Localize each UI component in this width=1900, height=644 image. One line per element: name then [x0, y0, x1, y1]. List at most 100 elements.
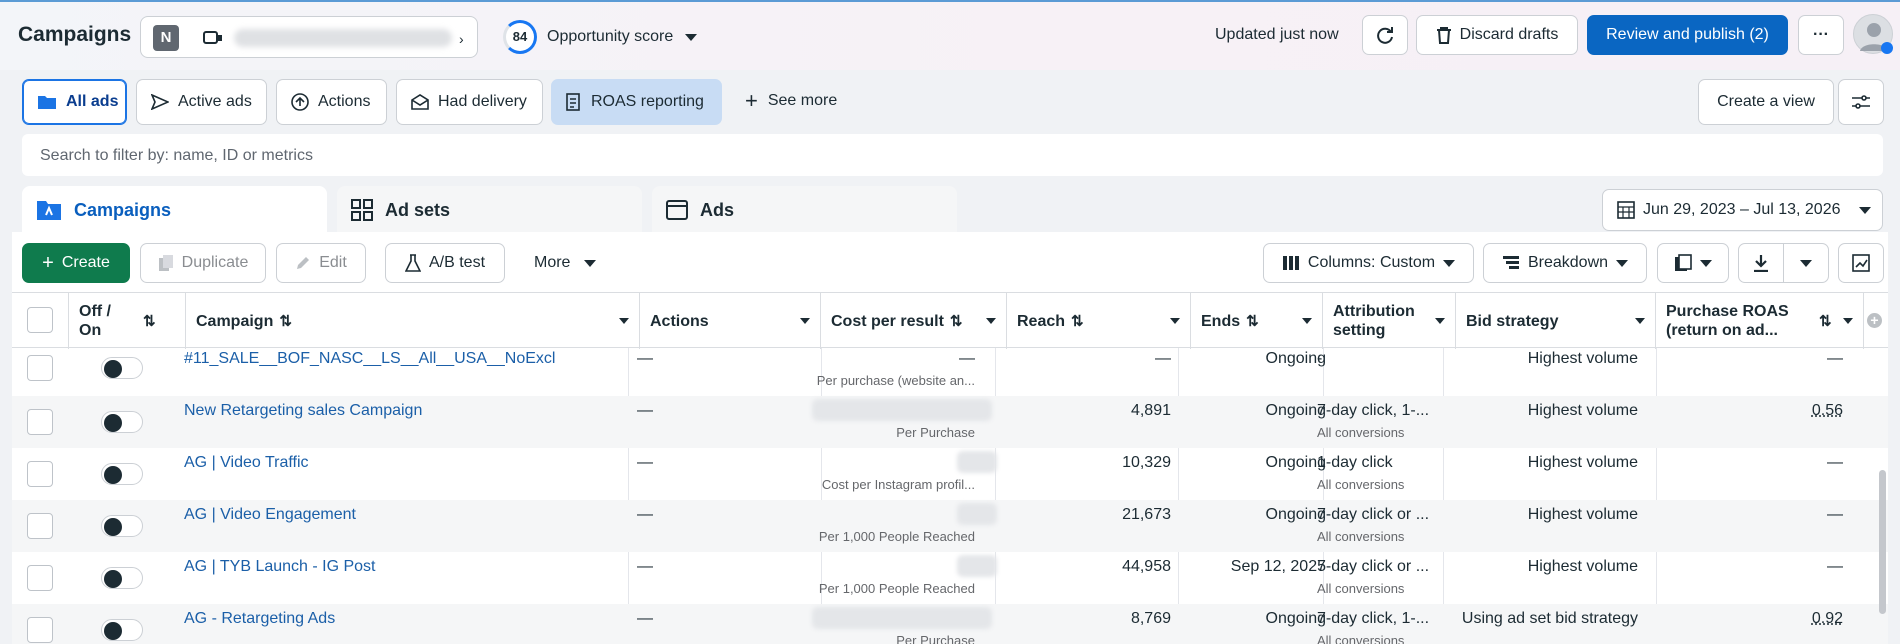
- reach-value: 4,891: [1130, 402, 1171, 419]
- tab-active-ads[interactable]: Active ads: [136, 79, 267, 125]
- tab-had-delivery-label: Had delivery: [438, 93, 527, 110]
- header-off-on[interactable]: Off / On ⇅: [69, 293, 186, 349]
- folder-icon: [37, 94, 57, 110]
- chevron-down-icon: [1616, 259, 1629, 267]
- discard-drafts-button[interactable]: Discard drafts: [1416, 15, 1578, 55]
- campaign-name-link[interactable]: New Retargeting sales Campaign: [184, 402, 422, 420]
- campaign-toggle[interactable]: [101, 463, 143, 485]
- campaign-name-link[interactable]: AG | TYB Launch - IG Post: [184, 558, 376, 576]
- attribution-sub: All conversions: [1317, 633, 1405, 644]
- header-cost-per-result[interactable]: Cost per result ⇅: [821, 293, 1007, 349]
- export-options-dropdown[interactable]: [1783, 243, 1829, 283]
- ellipsis-icon: ···: [1813, 26, 1829, 43]
- more-options-button[interactable]: ···: [1798, 15, 1844, 55]
- campaign-toggle[interactable]: [101, 411, 143, 433]
- avatar[interactable]: [1853, 14, 1893, 54]
- row-checkbox[interactable]: [27, 355, 53, 381]
- reach-value: 8,769: [1130, 610, 1171, 627]
- campaign-toggle[interactable]: [101, 357, 143, 379]
- tab-campaigns[interactable]: Campaigns: [22, 186, 327, 234]
- download-icon: [1753, 254, 1769, 272]
- edit-button[interactable]: Edit: [276, 243, 366, 283]
- tab-ads[interactable]: Ads: [652, 186, 957, 234]
- more-dropdown[interactable]: More: [534, 254, 597, 272]
- actions-value: —: [637, 506, 653, 523]
- table-row[interactable]: AG - Retargeting Ads — Per Purchase 8,76…: [12, 604, 1888, 644]
- opportunity-score-badge[interactable]: 84: [503, 20, 537, 54]
- add-column-icon[interactable]: +: [1867, 313, 1882, 328]
- search-filter-input[interactable]: Search to filter by: name, ID or metrics: [22, 134, 1883, 176]
- cost-result-type: Per Purchase: [896, 425, 975, 440]
- header-purchase-roas[interactable]: Purchase ROAS (return on ad... ⇅: [1656, 293, 1864, 349]
- roas-value: —: [1827, 506, 1843, 523]
- see-more-button[interactable]: + See more: [745, 90, 837, 112]
- attribution-sub: All conversions: [1317, 529, 1405, 544]
- trash-icon: [1436, 26, 1452, 44]
- table-row[interactable]: New Retargeting sales Campaign — Per Pur…: [12, 396, 1888, 448]
- opportunity-score-dropdown[interactable]: Opportunity score: [547, 28, 698, 46]
- header-select-cell: [12, 293, 69, 349]
- row-checkbox[interactable]: [27, 565, 53, 591]
- chevron-down-icon: [1170, 318, 1180, 324]
- row-checkbox[interactable]: [27, 617, 53, 643]
- refresh-button[interactable]: [1362, 15, 1408, 55]
- table-row[interactable]: AG | Video Engagement — Per 1,000 People…: [12, 500, 1888, 552]
- updated-status: Updated just now: [1215, 26, 1339, 43]
- tab-roas-reporting[interactable]: ROAS reporting: [551, 79, 722, 125]
- header-campaign[interactable]: Campaign ⇅: [186, 293, 640, 349]
- tab-had-delivery[interactable]: Had delivery: [396, 79, 543, 125]
- duplicate-button[interactable]: Duplicate: [140, 243, 266, 283]
- header-actions[interactable]: Actions: [640, 293, 821, 349]
- row-checkbox[interactable]: [27, 409, 53, 435]
- reports-icon: [1674, 254, 1692, 272]
- date-range-picker[interactable]: Jun 29, 2023 – Jul 13, 2026: [1602, 189, 1883, 231]
- campaign-toggle[interactable]: [101, 515, 143, 537]
- campaign-name-link[interactable]: AG | Video Engagement: [184, 506, 356, 524]
- review-publish-button[interactable]: Review and publish (2): [1587, 15, 1788, 55]
- create-view-button[interactable]: Create a view: [1698, 79, 1834, 125]
- select-all-checkbox[interactable]: [27, 307, 53, 333]
- campaign-toggle[interactable]: [101, 619, 143, 641]
- campaign-name-link[interactable]: AG - Retargeting Ads: [184, 610, 335, 628]
- view-settings-button[interactable]: [1838, 79, 1884, 125]
- row-checkbox[interactable]: [27, 461, 53, 487]
- campaign-name-link[interactable]: AG | Video Traffic: [184, 454, 309, 472]
- header-ends[interactable]: Ends ⇅: [1191, 293, 1323, 349]
- ad-account-icon: [203, 29, 223, 47]
- campaign-toggle[interactable]: [101, 567, 143, 589]
- table-row[interactable]: AG | Video Traffic — Cost per Instagram …: [12, 448, 1888, 500]
- bid-strategy-value: Highest volume: [1527, 506, 1638, 523]
- breakdown-dropdown[interactable]: Breakdown: [1483, 243, 1647, 283]
- sort-icon: ⇅: [1071, 312, 1084, 330]
- table-row[interactable]: #11_SALE__BOF_NASC__LS__All__USA__NoExcl…: [12, 344, 1888, 396]
- tab-actions[interactable]: Actions: [276, 79, 387, 125]
- ab-test-button[interactable]: A/B test: [385, 243, 505, 283]
- create-label: Create: [61, 254, 110, 271]
- table-scrollbar[interactable]: [1879, 470, 1886, 614]
- tab-ads-label: Ads: [700, 199, 735, 220]
- account-selector[interactable]: N ›: [140, 16, 478, 58]
- export-button[interactable]: [1738, 243, 1784, 283]
- create-button[interactable]: + Create: [22, 243, 130, 283]
- refresh-icon: [1375, 25, 1395, 45]
- cost-result-type: Cost per Instagram profil...: [821, 477, 975, 492]
- roas-value: 0.92: [1811, 610, 1843, 627]
- chevron-down-icon: [1858, 206, 1871, 214]
- tab-ad-sets[interactable]: Ad sets: [337, 186, 642, 234]
- tab-ad-sets-label: Ad sets: [385, 199, 451, 220]
- table-row[interactable]: AG | TYB Launch - IG Post — Per 1,000 Pe…: [12, 552, 1888, 604]
- header-attribution[interactable]: Attribution setting: [1323, 293, 1456, 349]
- row-checkbox[interactable]: [27, 513, 53, 539]
- columns-dropdown[interactable]: Columns: Custom: [1263, 243, 1474, 283]
- campaign-name-link[interactable]: #11_SALE__BOF_NASC__LS__All__USA__NoExcl: [184, 350, 555, 368]
- chevron-down-icon: [986, 318, 996, 324]
- reports-dropdown[interactable]: [1657, 243, 1729, 283]
- header-attribution-label: Attribution setting: [1333, 303, 1415, 339]
- tab-all-ads[interactable]: All ads: [22, 79, 127, 125]
- tab-campaigns-label: Campaigns: [74, 199, 172, 220]
- charts-button[interactable]: [1838, 243, 1884, 283]
- header-reach[interactable]: Reach ⇅: [1007, 293, 1191, 349]
- account-name-redacted: [234, 29, 452, 47]
- envelope-open-icon: [411, 94, 429, 110]
- header-bid-strategy[interactable]: Bid strategy: [1456, 293, 1656, 349]
